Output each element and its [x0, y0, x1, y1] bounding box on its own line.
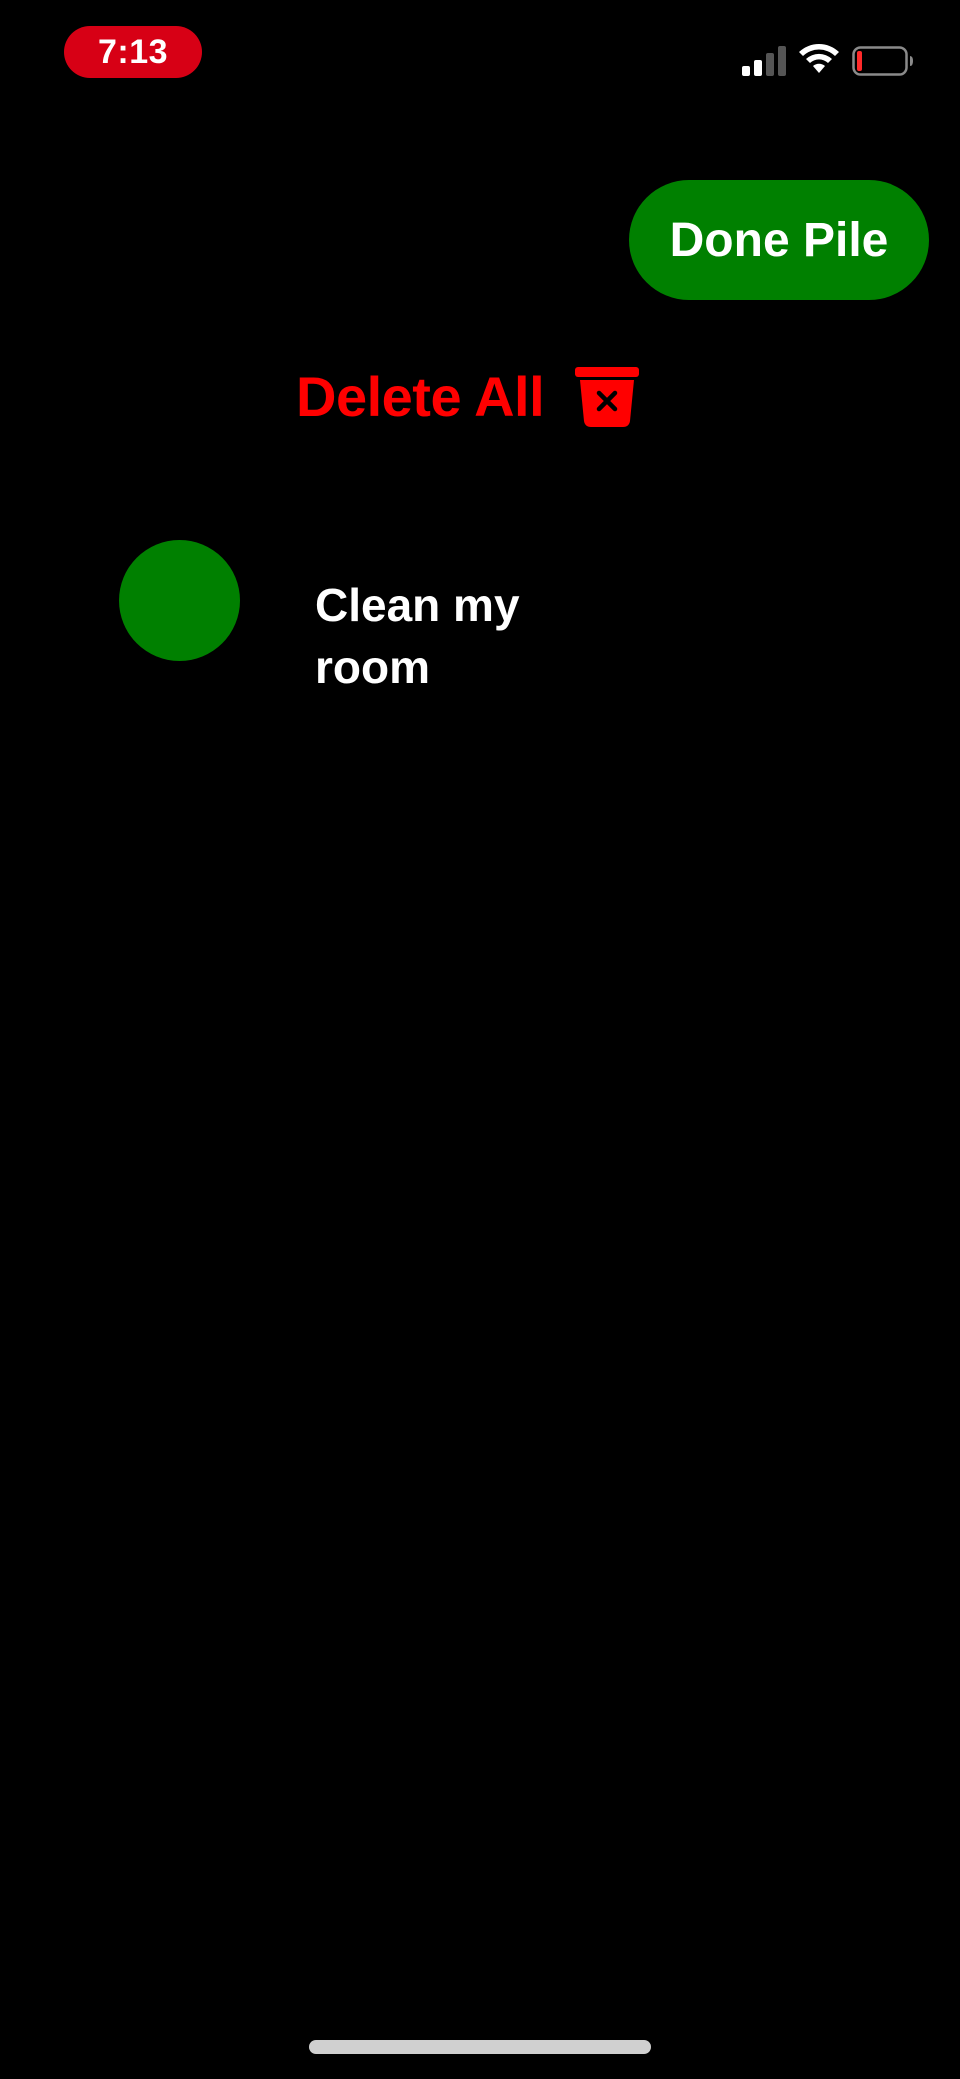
home-indicator[interactable]: [309, 2040, 651, 2054]
task-complete-toggle[interactable]: [119, 540, 240, 661]
task-list: Clean my room: [0, 530, 960, 700]
done-pile-button[interactable]: Done Pile: [629, 180, 929, 300]
list-item: Clean my room: [0, 530, 960, 700]
delete-all-button[interactable]: Delete All: [296, 360, 640, 432]
status-bar: 7:13: [0, 0, 960, 110]
task-text: Clean my room: [315, 579, 520, 693]
wifi-icon: [799, 44, 839, 73]
battery-low-icon: [852, 46, 913, 76]
trash-icon: [575, 367, 640, 427]
status-time: 7:13: [64, 26, 202, 78]
delete-all-label: Delete All: [296, 364, 545, 428]
cellular-signal-icon: [742, 46, 786, 76]
